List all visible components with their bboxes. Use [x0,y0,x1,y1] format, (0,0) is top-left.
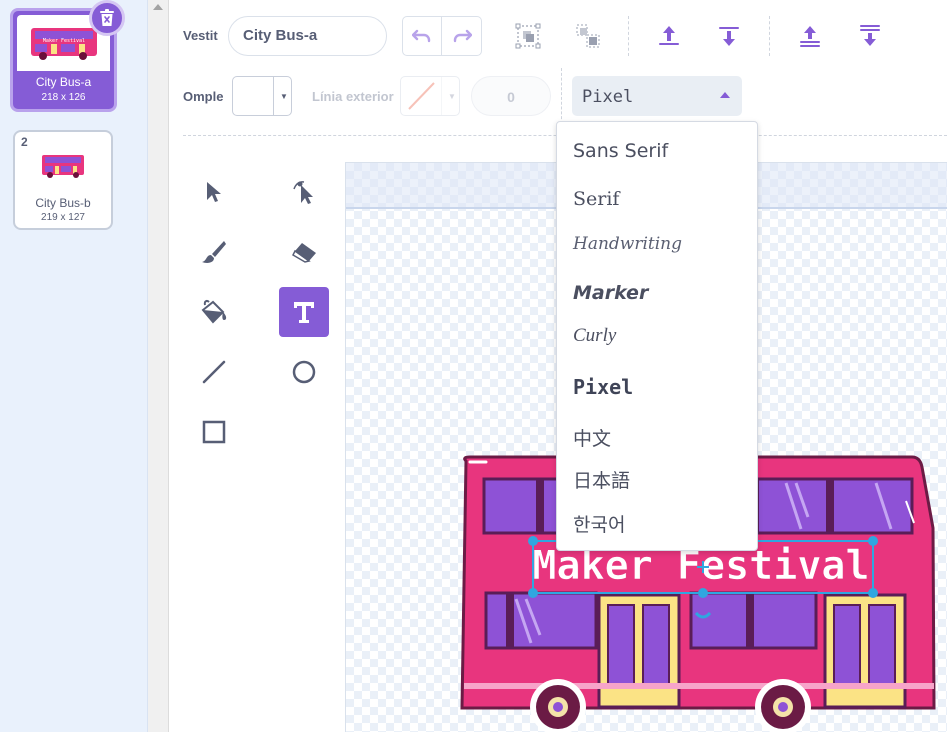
toolbar-divider [561,68,562,124]
caret-up-icon [720,92,730,98]
font-option-pixel[interactable]: Pixel [573,375,633,399]
backward-icon [719,27,739,46]
font-option-marker[interactable]: Marker [573,282,648,304]
font-dropdown[interactable]: Pixel [572,76,742,116]
caret-down-icon: ▼ [448,92,456,101]
select-tool[interactable] [189,167,239,217]
forward-button[interactable] [649,16,689,56]
fill-tool[interactable] [189,287,239,337]
brush-tool[interactable] [189,227,239,277]
font-option-handwriting[interactable]: Handwriting [573,234,682,254]
fill-color-picker[interactable]: ▼ [232,76,292,116]
costume-list: 1 Maker Festival City Bus-a 218 x 126 [0,0,148,732]
redo-icon [453,29,472,43]
toolbar-divider [769,16,770,56]
circle-tool[interactable] [279,347,329,397]
font-option-serif[interactable]: Serif [573,188,619,210]
outline-width-input[interactable]: 0 [471,76,551,116]
scroll-up-icon[interactable] [153,4,163,10]
brush-icon [202,241,226,263]
text-tool[interactable] [279,287,329,337]
fill-color-swatch [233,77,274,115]
text-icon [294,302,314,323]
outline-color-picker[interactable]: ▼ [400,76,460,116]
eraser-icon [292,243,316,263]
group-button[interactable] [508,16,548,56]
costume-size: 219 x 127 [41,212,85,223]
paint-bucket-icon [201,300,227,324]
costume-tile-city-bus-b[interactable]: 2 City Bus-b 219 x 127 [13,130,113,230]
group-icon [515,23,541,49]
paint-editor: 1 Maker Festival City Bus-a 218 x 126 [0,0,947,732]
back-icon [860,25,880,46]
costume-thumbnail [23,146,103,186]
costume-name-label: Vestit [183,28,218,43]
font-option-curly[interactable]: Curly [573,325,616,347]
no-color-icon [408,77,442,115]
costume-name-input[interactable]: City Bus-a [228,16,387,56]
front-icon [800,26,820,47]
forward-icon [659,26,679,45]
font-menu: Sans Serif Serif Handwriting Marker Curl… [556,121,758,551]
font-option-sans-serif[interactable]: Sans Serif [573,140,668,162]
undo-icon [412,29,431,43]
backward-button[interactable] [709,16,749,56]
line-icon [202,360,226,384]
font-dropdown-value: Pixel [582,87,634,107]
front-button[interactable] [790,16,830,56]
outline-label: Línia exterior [312,89,394,104]
costume-name: City Bus-b [35,196,91,210]
font-option-korean[interactable]: 한국어 [573,510,625,537]
ungroup-button[interactable] [568,16,608,56]
reshape-tool[interactable] [279,167,329,217]
delete-costume-button[interactable] [89,0,125,36]
costume-list-scrollbar[interactable] [148,0,169,732]
font-option-japanese[interactable]: 日本語 [573,466,630,493]
caret-down-icon: ▼ [280,92,288,101]
thumb-text: Maker Festival [42,38,84,44]
circle-icon [292,360,316,384]
undo-button[interactable] [402,16,442,56]
ungroup-icon [576,24,600,48]
trash-icon [100,9,114,26]
rectangle-tool[interactable] [189,407,239,457]
eraser-tool[interactable] [279,227,329,277]
arrow-cursor-icon [207,182,221,202]
font-option-chinese[interactable]: 中文 [573,424,611,451]
costume-name: City Bus-a [35,75,92,89]
redo-button[interactable] [442,16,482,56]
reshape-icon [293,181,313,204]
costume-size: 218 x 126 [41,92,86,103]
line-tool[interactable] [189,347,239,397]
fill-label: Omple [183,89,224,104]
toolbar-divider [628,16,629,56]
back-button[interactable] [850,16,890,56]
rectangle-icon [202,420,226,444]
